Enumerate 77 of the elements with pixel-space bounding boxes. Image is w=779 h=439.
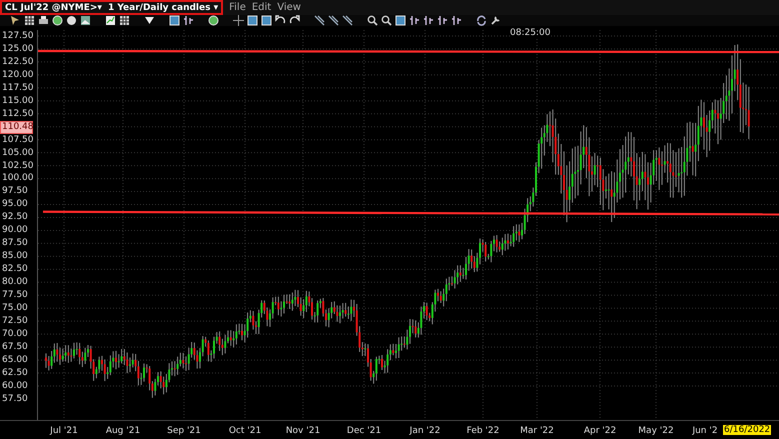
axis-label: 70.00 — [1, 328, 29, 341]
axis-label: 75.00 — [1, 302, 29, 315]
chart-icon[interactable] — [105, 15, 116, 26]
redo-icon[interactable] — [289, 15, 300, 26]
axis-label: 127.50 — [1, 30, 34, 43]
plus-icon[interactable] — [233, 15, 244, 26]
axis-label: 82.50 — [1, 263, 29, 276]
square-icon[interactable] — [247, 15, 258, 26]
axis-label: 62.50 — [1, 366, 29, 380]
square-icon[interactable] — [395, 15, 406, 26]
line-icon[interactable] — [342, 15, 353, 26]
axis-label: 125.00 — [1, 42, 34, 56]
axis-label: 92.50 — [1, 211, 29, 224]
bars-icon[interactable] — [451, 15, 462, 26]
axis-label: 67.50 — [1, 340, 29, 354]
axis-label: 90.00 — [1, 224, 29, 238]
axis-label: Dec '21 — [346, 426, 382, 436]
axis-label: May '22 — [638, 426, 674, 436]
symbol-selector[interactable]: CL Jul'22 @NYME>▾ 1 Year/Daily candles ▾ — [0, 0, 224, 15]
square-icon[interactable] — [169, 15, 180, 26]
axis-label: 100.00 — [1, 172, 34, 186]
line-icon[interactable] — [328, 15, 339, 26]
axis-label: 122.50 — [1, 56, 34, 69]
axis-label: Apr '22 — [584, 426, 616, 436]
date-marker: 6/16/2022 — [723, 425, 772, 435]
axis-label: 112.50 — [1, 108, 34, 121]
axis-label: 80.00 — [1, 276, 29, 290]
circle-icon[interactable] — [66, 15, 77, 26]
printer-icon[interactable] — [38, 15, 49, 26]
axis-label: 115.00 — [1, 94, 34, 108]
disc-icon[interactable] — [208, 15, 219, 26]
bars-icon[interactable] — [409, 15, 420, 26]
axis-label: 77.50 — [1, 289, 29, 302]
menu-item[interactable]: View — [277, 2, 301, 13]
axis-label: 107.50 — [1, 134, 34, 147]
refresh-icon[interactable] — [476, 15, 487, 26]
axis-label: Sep '21 — [167, 426, 201, 436]
axis-label: Jul '21 — [50, 426, 78, 436]
axis-label: Jan '22 — [410, 426, 440, 436]
axis-label: 85.00 — [1, 250, 29, 264]
bars-icon[interactable] — [437, 15, 448, 26]
axis-label: 97.50 — [1, 185, 29, 198]
menu-item[interactable]: File — [229, 2, 246, 13]
axis-label: 60.00 — [1, 380, 29, 393]
grid-icon[interactable] — [24, 15, 35, 26]
axis-label: 57.50 — [1, 392, 29, 406]
axis-label: 95.00 — [1, 198, 29, 212]
symbol-dropdown[interactable]: CL Jul'22 @NYME>▾ — [5, 2, 102, 12]
zoom-icon[interactable] — [367, 15, 378, 26]
axis-label: Feb '22 — [466, 426, 500, 436]
axis-label: 87.50 — [1, 237, 29, 250]
axis-label: 120.00 — [1, 68, 34, 82]
axis-label: Aug '21 — [106, 426, 140, 436]
axis-label: Nov '21 — [286, 426, 320, 436]
time-label: 08:25:00 — [510, 28, 550, 38]
axis-label: 72.50 — [1, 314, 29, 328]
line-icon[interactable] — [314, 15, 325, 26]
picture-icon[interactable] — [80, 15, 91, 26]
wrench-icon[interactable] — [490, 15, 501, 26]
axis-label: 110.48 — [0, 120, 33, 134]
axis-label: 105.00 — [1, 146, 34, 160]
bars-icon[interactable] — [423, 15, 434, 26]
axis-label: 102.50 — [1, 160, 34, 172]
triangle-icon[interactable] — [144, 15, 155, 26]
undo-icon[interactable] — [275, 15, 286, 26]
axis-label: 117.50 — [1, 82, 34, 95]
square-icon[interactable] — [261, 15, 272, 26]
axis-label: Mar '22 — [520, 426, 554, 436]
menu-item[interactable]: Edit — [252, 2, 272, 13]
period-dropdown[interactable]: 1 Year/Daily candles ▾ — [108, 2, 218, 12]
bars-icon[interactable] — [183, 15, 194, 26]
axis-label: Jun '2 — [692, 426, 718, 436]
disc-icon[interactable] — [52, 15, 63, 26]
axis-label: 65.00 — [1, 354, 29, 367]
zoom-icon[interactable] — [381, 15, 392, 26]
axis-label: Oct '21 — [228, 426, 262, 436]
grid-icon[interactable] — [119, 15, 130, 26]
